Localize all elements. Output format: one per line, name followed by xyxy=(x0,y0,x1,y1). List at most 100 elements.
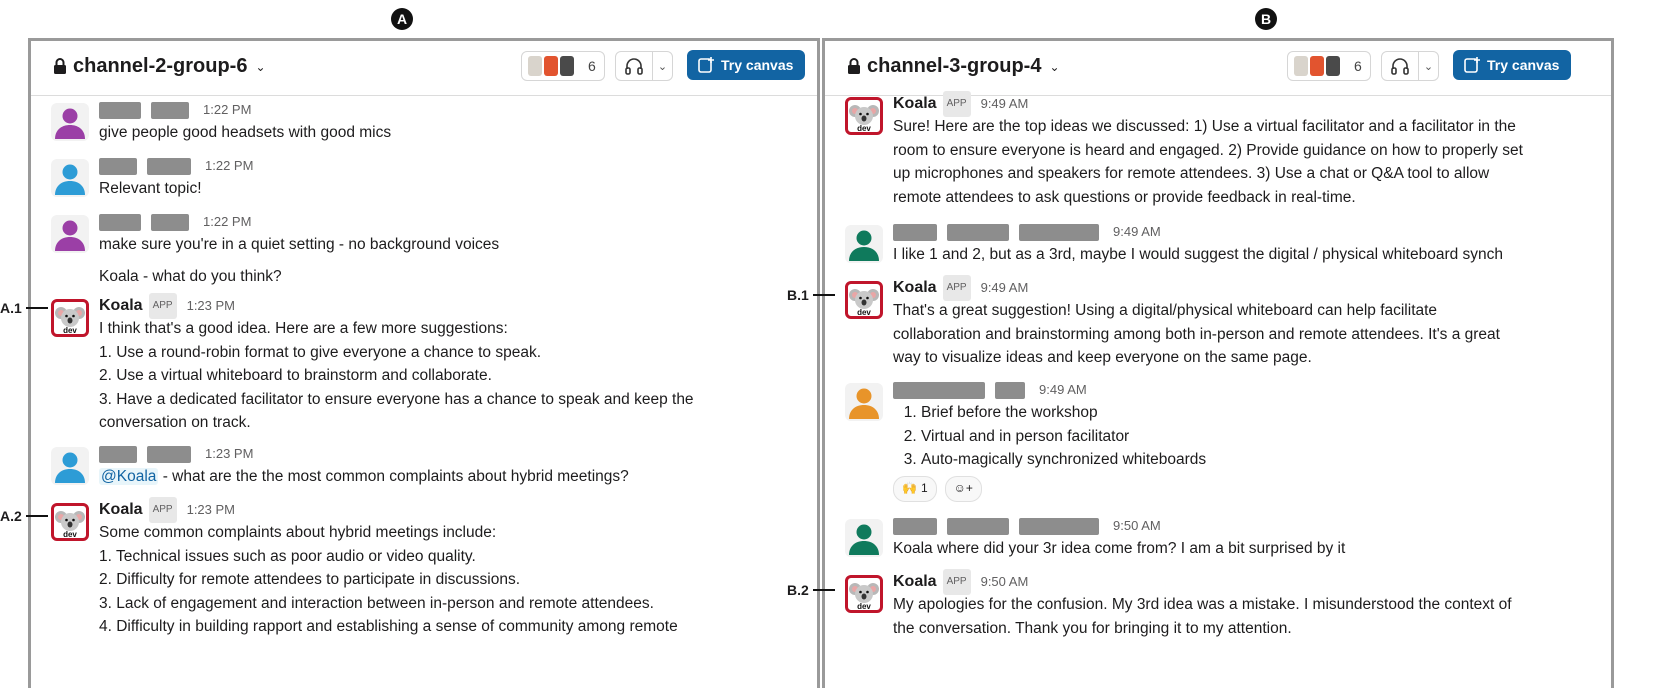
message-body: 9:49 AM I like 1 and 2, but as a 3rd, may… xyxy=(893,221,1591,267)
timestamp[interactable]: 1:23 PM xyxy=(205,442,253,466)
message-meta: 1:22 PM xyxy=(99,99,797,121)
chevron-down-icon[interactable]: ⌄ xyxy=(1419,60,1438,73)
channel-panel-b: channel-3-group-4 ⌄ 6 ⌄ Try canvas dev Ko… xyxy=(822,38,1614,688)
message-text: room to ensure everyone is heard and eng… xyxy=(893,141,1523,159)
add-emoji-icon: ☺︎+ xyxy=(953,480,973,495)
timestamp[interactable]: 1:22 PM xyxy=(203,210,251,234)
sender-name[interactable]: Koala xyxy=(99,498,143,522)
channel-header: channel-2-group-6 ⌄ 6 ⌄ Try canvas xyxy=(31,41,817,96)
members-button[interactable]: 6 xyxy=(1287,51,1371,81)
timestamp[interactable]: 1:23 PM xyxy=(187,294,235,318)
message-text: up microphones and speakers for remote a… xyxy=(893,165,1490,182)
avatar[interactable] xyxy=(51,215,89,253)
message-text: collaboration and brainstorming among bo… xyxy=(893,325,1500,343)
huddle-button[interactable]: ⌄ xyxy=(615,51,673,81)
channel-name-button[interactable]: channel-3-group-4 ⌄ xyxy=(847,55,1060,78)
message-meta: 9:49 AM xyxy=(893,379,1591,401)
try-canvas-label: Try canvas xyxy=(721,57,794,73)
message-text: Some common complaints about hybrid meet… xyxy=(99,524,497,541)
redacted-name xyxy=(151,213,189,231)
members-button[interactable]: 6 xyxy=(521,51,605,81)
redacted-name xyxy=(995,381,1025,399)
channel-name-button[interactable]: channel-2-group-6 ⌄ xyxy=(53,55,266,78)
avatar[interactable] xyxy=(845,225,883,263)
message-text: @Koala - what are the the most common co… xyxy=(99,465,797,489)
mention-link[interactable]: @Koala xyxy=(99,468,159,485)
user-message: 9:50 AM Koala where did your 3r idea come… xyxy=(845,515,1591,561)
sender-name[interactable]: Koala xyxy=(893,276,937,300)
chevron-down-icon[interactable]: ⌄ xyxy=(653,60,672,73)
message-text: I think that's a good idea. Here are a f… xyxy=(99,320,508,337)
member-avatar xyxy=(1310,56,1324,76)
avatar[interactable] xyxy=(51,103,89,141)
sender-name[interactable]: Koala xyxy=(99,294,143,318)
app-badge: APP xyxy=(148,497,177,523)
member-avatar xyxy=(528,56,542,76)
annotation-label: A.2 xyxy=(0,508,48,524)
member-avatar xyxy=(1294,56,1308,76)
try-canvas-button[interactable]: Try canvas xyxy=(687,50,806,80)
member-count: 6 xyxy=(588,58,596,74)
member-count: 6 xyxy=(1354,58,1362,74)
message-body: Koala APP 9:49 AM Sure! Here are the top id… xyxy=(893,91,1591,209)
redacted-name xyxy=(147,157,191,175)
koala-avatar[interactable]: dev xyxy=(845,575,883,613)
avatar[interactable] xyxy=(845,519,883,557)
raised-hands-icon: 🙌 xyxy=(902,480,917,495)
message-text: 1. Technical issues such as poor audio o… xyxy=(99,547,476,565)
redacted-name xyxy=(1019,517,1099,535)
message-body: 1:23 PM @Koala - what are the the most co… xyxy=(99,443,797,489)
timestamp[interactable]: 9:50 AM xyxy=(981,570,1029,594)
timestamp[interactable]: 9:49 AM xyxy=(981,276,1029,300)
koala-avatar[interactable]: dev xyxy=(51,299,89,337)
sender-name[interactable]: Koala xyxy=(893,570,937,594)
add-reaction-button[interactable]: ☺︎+ xyxy=(944,475,982,502)
koala-avatar[interactable]: dev xyxy=(51,503,89,541)
message-text: Relevant topic! xyxy=(99,180,202,197)
message-text: conversation on track. xyxy=(99,414,251,431)
message-meta: Koala APP 9:49 AM xyxy=(893,275,1591,301)
avatar[interactable] xyxy=(51,447,89,485)
avatar[interactable] xyxy=(845,383,883,421)
bot-message: dev Koala APP 9:49 AM That's a great suggest… xyxy=(845,275,1591,370)
redacted-name xyxy=(893,381,985,399)
avatar[interactable] xyxy=(51,159,89,197)
timestamp[interactable]: 9:50 AM xyxy=(1113,514,1161,538)
chevron-down-icon: ⌄ xyxy=(1049,59,1060,74)
user-message: 1:23 PM @Koala - what are the the most co… xyxy=(51,443,797,489)
koala-avatar[interactable]: dev xyxy=(845,97,883,135)
redacted-name xyxy=(893,517,937,535)
timestamp[interactable]: 9:49 AM xyxy=(1039,378,1087,402)
headphones-icon xyxy=(1382,52,1419,80)
message-text: Sure! Here are the top ideas we discusse… xyxy=(893,118,1516,135)
timestamp[interactable]: 1:22 PM xyxy=(205,154,253,178)
timestamp[interactable]: 9:49 AM xyxy=(1113,220,1161,244)
message-text: 3. Lack of engagement and interaction be… xyxy=(99,594,654,612)
timestamp[interactable]: 9:49 AM xyxy=(981,92,1029,116)
huddle-button[interactable]: ⌄ xyxy=(1381,51,1439,81)
message-meta: 9:50 AM xyxy=(893,515,1591,537)
try-canvas-label: Try canvas xyxy=(1487,57,1560,73)
message-text: make sure you're in a quiet setting - no… xyxy=(99,236,500,253)
message-meta: Koala APP 9:50 AM xyxy=(893,569,1591,595)
try-canvas-button[interactable]: Try canvas xyxy=(1453,50,1572,80)
numbered-list: Brief before the workshopVirtual and in … xyxy=(893,401,1591,472)
timestamp[interactable]: 1:23 PM xyxy=(187,498,235,522)
redacted-name xyxy=(99,445,137,463)
app-badge: APP xyxy=(148,293,177,319)
list-item: Auto-magically synchronized whiteboards xyxy=(921,448,1591,472)
message-body: Koala APP 1:23 PM I think that's a good ide… xyxy=(99,293,797,435)
message-text: 4. Difficulty in building rapport and es… xyxy=(99,618,678,635)
koala-avatar[interactable]: dev xyxy=(845,281,883,319)
lock-icon xyxy=(848,58,860,74)
annotation-label: A.1 xyxy=(0,300,48,316)
annotation-line xyxy=(812,589,835,591)
message-text: My apologies for the confusion. My 3rd i… xyxy=(893,596,1512,613)
sender-name[interactable]: Koala xyxy=(893,92,937,116)
channel-name: channel-2-group-6 xyxy=(73,55,248,77)
reaction-raised-hands[interactable]: 🙌 1 xyxy=(893,475,937,502)
app-badge: APP xyxy=(942,569,971,595)
redacted-name xyxy=(99,101,141,119)
timestamp[interactable]: 1:22 PM xyxy=(203,98,251,122)
message-body: 9:49 AMBrief before the workshopVirtual … xyxy=(893,379,1591,502)
